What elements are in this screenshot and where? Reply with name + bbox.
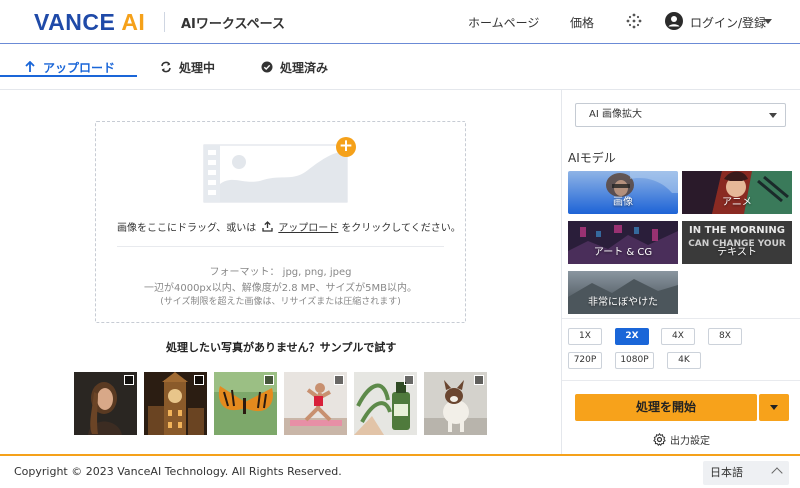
- tab-processing[interactable]: 処理中: [160, 44, 215, 90]
- gear-icon: [653, 433, 666, 446]
- chevron-down-icon: [770, 405, 778, 410]
- drop-text-before: 画像をここにドラッグ、或いは: [117, 223, 257, 234]
- sample-butterfly[interactable]: [214, 372, 277, 435]
- scale-4x-button[interactable]: 4X: [661, 328, 695, 345]
- model-tile-photo[interactable]: 画像: [568, 171, 678, 214]
- sample-section-title: 処理したい写真がありません？サンプルで試す: [166, 341, 397, 354]
- tab-upload[interactable]: アップロード: [24, 44, 115, 90]
- format-info: フォーマット： jpg, png, jpeg: [209, 267, 352, 278]
- nav-price-link[interactable]: 価格: [570, 14, 594, 31]
- upload-link[interactable]: アップロード: [278, 219, 338, 234]
- model-tile-anime[interactable]: アニメ: [682, 171, 792, 214]
- sample-select-checkbox[interactable]: [194, 375, 204, 385]
- scale-4k-button[interactable]: 4K: [667, 352, 701, 369]
- status-tabs: アップロード 処理中 処理済み: [0, 44, 800, 90]
- model-tile-anime-label: アニメ: [722, 197, 752, 208]
- ai-model-label: AIモデル: [568, 151, 616, 165]
- output-settings-label: 出力設定: [670, 436, 710, 447]
- resize-note: (サイズ制限を超えた画像は、リサイズまたは圧縮されます): [160, 297, 401, 307]
- active-tab-indicator: [0, 75, 137, 77]
- text-tile-line-1: IN THE MORNING: [689, 225, 785, 236]
- sample-plant-bottle[interactable]: [354, 372, 417, 435]
- output-settings-link[interactable]: 出力設定: [653, 432, 710, 447]
- ai-mode-select-value: AI 画像拡大: [589, 109, 642, 120]
- language-select-value: 日本語: [710, 466, 743, 479]
- add-image-plus-icon[interactable]: +: [336, 137, 356, 157]
- model-tile-text[interactable]: IN THE MORNING CAN CHANGE YOUR テキスト: [682, 221, 792, 264]
- scale-1080p-button[interactable]: 1080P: [615, 352, 654, 369]
- panel-divider: [562, 318, 800, 319]
- tab-upload-label: アップロード: [43, 60, 116, 75]
- nav-home-link[interactable]: ホームページ: [468, 14, 539, 31]
- model-tile-art[interactable]: アート & CG: [568, 221, 678, 264]
- start-processing-button[interactable]: 処理を開始: [575, 394, 757, 421]
- drop-text-after: をクリックしてください。: [341, 223, 461, 234]
- sample-select-checkbox[interactable]: [334, 375, 344, 385]
- user-avatar-icon[interactable]: [665, 12, 683, 30]
- model-tile-text-label: テキスト: [717, 247, 757, 258]
- sample-select-checkbox[interactable]: [264, 375, 274, 385]
- sample-select-checkbox[interactable]: [474, 375, 484, 385]
- sample-clock-tower[interactable]: [144, 372, 207, 435]
- vanceai-logo[interactable]: VANCE AI: [34, 8, 145, 36]
- page-footer: Copyright © 2023 VanceAI Technology. All…: [0, 454, 800, 488]
- size-limit-info: 一辺が4000px以内、解像度が2.8 MP、サイズが5MB以内。: [143, 283, 417, 294]
- sample-select-checkbox[interactable]: [404, 375, 414, 385]
- logo-divider: [164, 12, 165, 32]
- chevron-up-icon: [771, 467, 783, 479]
- sample-yoga[interactable]: [284, 372, 347, 435]
- upload-arrow-icon: [25, 61, 35, 72]
- logo-accent-text: AI: [121, 8, 146, 35]
- model-tile-art-label: アート & CG: [593, 247, 653, 258]
- sample-dog[interactable]: [424, 372, 487, 435]
- sample-select-checkbox[interactable]: [124, 375, 134, 385]
- refresh-icon: [161, 61, 171, 73]
- check-circle-icon: [261, 61, 273, 73]
- workspace-title: AIワークスペース: [181, 17, 285, 32]
- scale-1x-button[interactable]: 1X: [568, 328, 602, 345]
- model-tile-photo-label: 画像: [613, 197, 633, 208]
- upload-tray-icon: [262, 221, 273, 232]
- tab-done[interactable]: 処理済み: [261, 44, 328, 90]
- chevron-down-icon[interactable]: [764, 19, 772, 24]
- tab-processing-label: 処理中: [179, 60, 216, 75]
- sample-portrait[interactable]: [74, 372, 137, 435]
- language-select[interactable]: 日本語: [703, 461, 789, 485]
- chevron-down-icon: [769, 113, 777, 118]
- scale-720p-button[interactable]: 720P: [568, 352, 602, 369]
- dropzone-divider: [117, 246, 444, 247]
- image-placeholder-icon: [203, 144, 348, 203]
- logo-text: VANCE: [34, 8, 116, 35]
- apps-grid-icon[interactable]: [626, 13, 642, 29]
- scale-2x-button[interactable]: 2X: [615, 328, 649, 345]
- start-options-dropdown[interactable]: [759, 394, 789, 421]
- scale-8x-button[interactable]: 8X: [708, 328, 742, 345]
- login-register-link[interactable]: ログイン/登録: [690, 14, 766, 31]
- copyright-text: Copyright © 2023 VanceAI Technology. All…: [14, 465, 342, 478]
- drop-instruction: 画像をここにドラッグ、或いは アップロード をクリックしてください。: [117, 219, 461, 234]
- model-tile-very-blurry-label: 非常にぼやけた: [588, 297, 658, 308]
- model-tile-very-blurry[interactable]: 非常にぼやけた: [568, 271, 678, 314]
- tab-done-label: 処理済み: [280, 60, 329, 75]
- panel-divider: [562, 380, 800, 381]
- ai-mode-select[interactable]: AI 画像拡大: [575, 103, 786, 127]
- top-header: VANCE AI AIワークスペース ホームページ 価格 ログイン/登録: [0, 0, 800, 44]
